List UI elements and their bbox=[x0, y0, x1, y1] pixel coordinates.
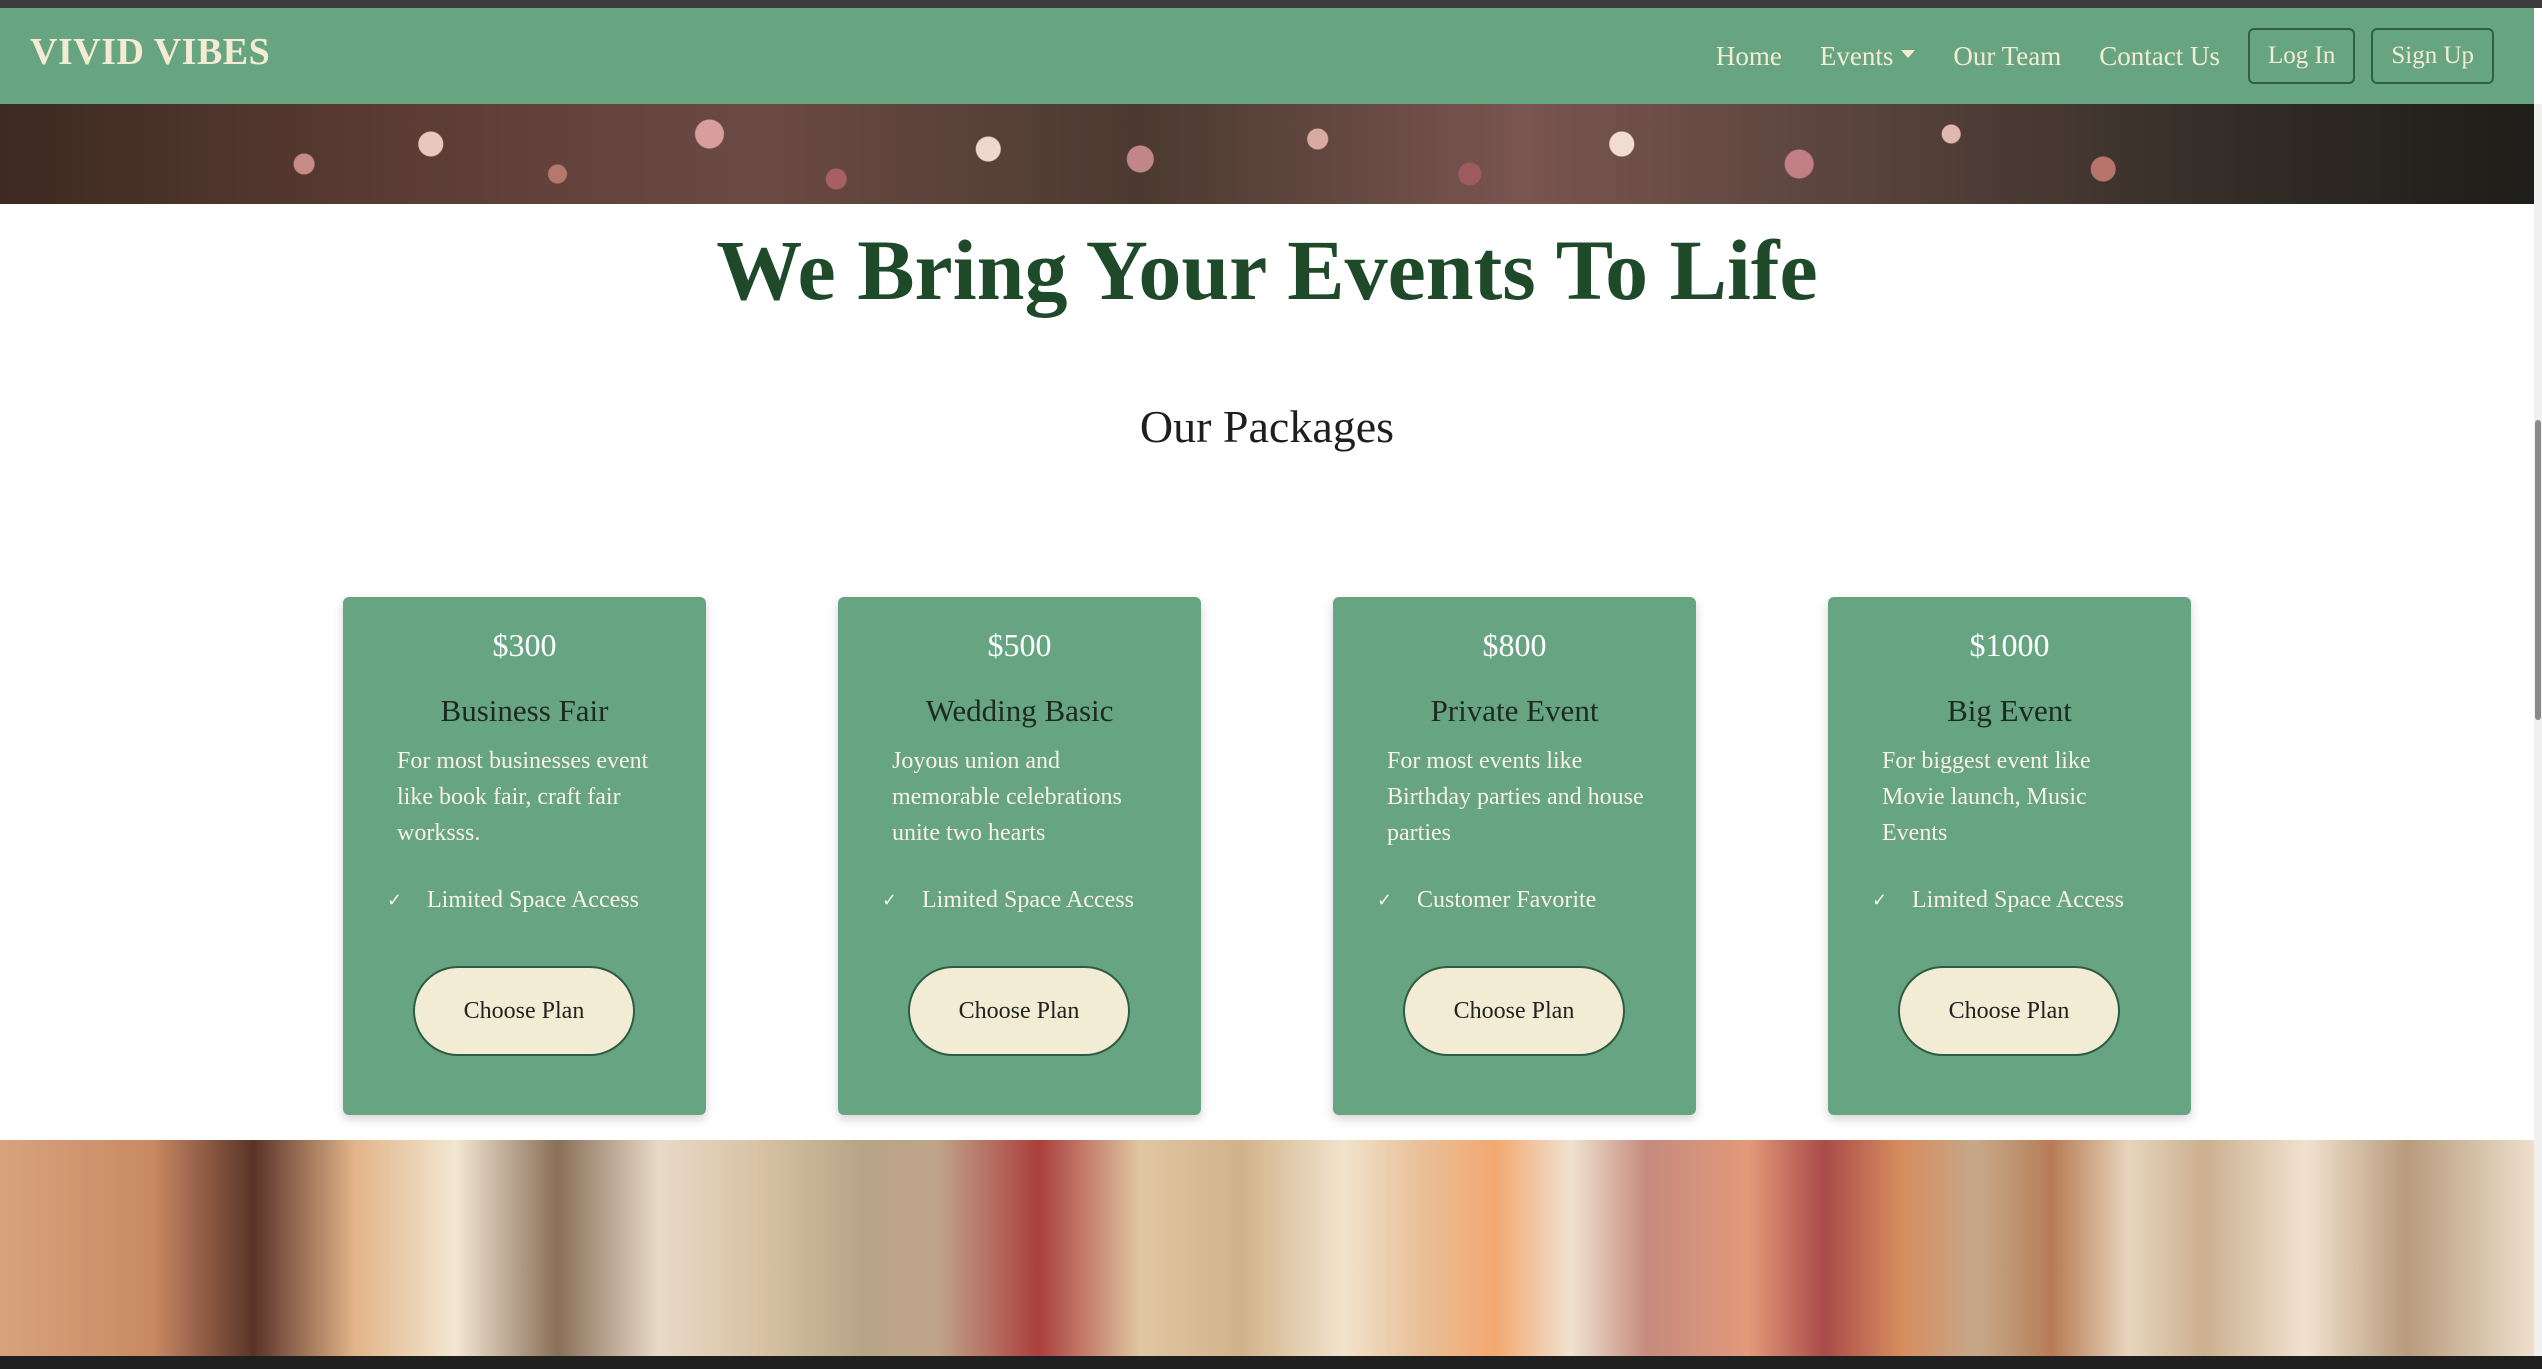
choose-plan-button[interactable]: Choose Plan bbox=[1403, 966, 1625, 1056]
scrollbar-thumb[interactable] bbox=[2535, 420, 2541, 720]
package-price: $800 bbox=[1482, 627, 1547, 663]
window-top-strip bbox=[0, 0, 2542, 8]
caret-down-icon bbox=[1901, 50, 1916, 58]
hero-flower-image bbox=[0, 104, 2534, 204]
package-description: Joyous union and memorable celebrations … bbox=[892, 748, 1122, 846]
package-card-private-event: $800 Private Event For most events like … bbox=[1333, 597, 1696, 1115]
package-title: Private Event bbox=[1430, 693, 1599, 728]
package-price: $300 bbox=[492, 627, 557, 663]
choose-plan-button[interactable]: Choose Plan bbox=[908, 966, 1130, 1056]
package-description: For biggest event like Movie launch, Mus… bbox=[1882, 748, 2091, 846]
check-icon: ✓ bbox=[1377, 890, 1393, 910]
packages-heading: Our Packages bbox=[1139, 401, 1395, 452]
package-title: Big Event bbox=[1947, 693, 2072, 728]
choose-plan-button[interactable]: Choose Plan bbox=[413, 966, 635, 1056]
signup-button[interactable]: Sign Up bbox=[2371, 28, 2494, 84]
window-bottom-bar bbox=[0, 1356, 2542, 1369]
package-description: For most events like Birthday parties an… bbox=[1387, 748, 1644, 846]
package-feature: ✓ Customer Favorite bbox=[1377, 887, 1677, 914]
nav-link-our-team[interactable]: Our Team bbox=[1953, 41, 2061, 72]
package-price: $500 bbox=[987, 627, 1052, 663]
package-feature-label: Customer Favorite bbox=[1417, 887, 1597, 913]
wedding-ceremony-image bbox=[0, 1140, 2534, 1356]
brand-logo[interactable]: VIVID VIBES bbox=[30, 30, 270, 74]
nav-link-home[interactable]: Home bbox=[1716, 41, 1782, 72]
package-feature: ✓ Limited Space Access bbox=[387, 887, 687, 914]
check-icon: ✓ bbox=[387, 890, 403, 910]
package-feature-label: Limited Space Access bbox=[1912, 887, 2124, 913]
package-title: Business Fair bbox=[440, 693, 609, 728]
package-feature: ✓ Limited Space Access bbox=[1872, 887, 2172, 914]
choose-plan-button[interactable]: Choose Plan bbox=[1898, 966, 2120, 1056]
package-description: For most businesses event like book fair… bbox=[397, 748, 649, 846]
package-card-big-event: $1000 Big Event For biggest event like M… bbox=[1828, 597, 2191, 1115]
navbar: VIVID VIBES Home Events Our Team Contact… bbox=[0, 8, 2534, 104]
package-feature: ✓ Limited Space Access bbox=[882, 887, 1182, 914]
hero-title: We Bring Your Events To Life bbox=[716, 222, 1818, 318]
package-card-business-fair: $300 Business Fair For most businesses e… bbox=[343, 597, 706, 1115]
nav-link-events[interactable]: Events bbox=[1820, 41, 1916, 72]
login-button[interactable]: Log In bbox=[2247, 28, 2356, 84]
nav-link-events-label: Events bbox=[1819, 40, 1894, 71]
package-price: $1000 bbox=[1969, 627, 2050, 663]
check-icon: ✓ bbox=[882, 890, 898, 910]
package-title: Wedding Basic bbox=[925, 693, 1114, 728]
check-icon: ✓ bbox=[1872, 890, 1888, 910]
package-feature-label: Limited Space Access bbox=[427, 887, 639, 913]
nav-link-contact-us[interactable]: Contact Us bbox=[2099, 41, 2220, 72]
package-cards: $300 Business Fair For most businesses e… bbox=[343, 597, 2193, 1115]
package-card-wedding-basic: $500 Wedding Basic Joyous union and memo… bbox=[838, 597, 1201, 1115]
page-scrollbar[interactable] bbox=[2534, 104, 2542, 1356]
package-feature-label: Limited Space Access bbox=[922, 887, 1134, 913]
nav-links: Home Events Our Team Contact Us Log In S… bbox=[1678, 26, 2494, 86]
